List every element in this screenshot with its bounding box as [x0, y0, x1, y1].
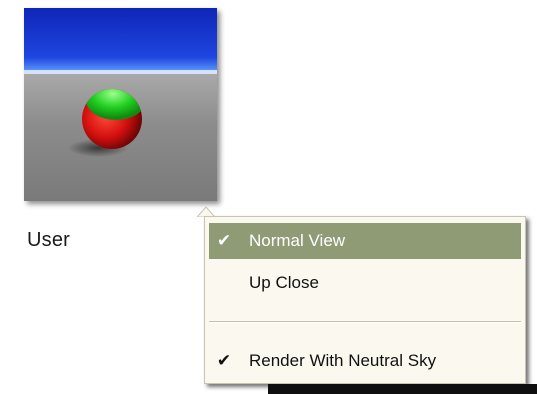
menu-item-label: Normal View — [249, 231, 346, 250]
menu-item-normal-view[interactable]: ✔ Normal View — [209, 223, 521, 259]
context-menu: ✔ Normal View Up Close ✔ Render With Neu… — [204, 216, 526, 384]
menu-item-render-neutral-sky[interactable]: ✔ Render With Neutral Sky — [209, 343, 521, 379]
menu-separator — [209, 321, 521, 323]
checkmark-icon: ✔ — [216, 351, 232, 370]
preview-thumbnail[interactable] — [24, 8, 217, 201]
checkmark-icon: ✔ — [216, 231, 232, 250]
preview-panel: User ✔ Normal View Up Close ✔ Render Wit… — [0, 0, 537, 394]
menu-item-label: Render With Neutral Sky — [249, 351, 437, 370]
menu-item-up-close[interactable]: Up Close — [209, 265, 521, 301]
background-window-edge — [268, 384, 537, 394]
sphere-preview-image — [24, 8, 217, 201]
preset-name-label: User — [27, 229, 71, 251]
menu-item-label: Up Close — [249, 273, 319, 292]
